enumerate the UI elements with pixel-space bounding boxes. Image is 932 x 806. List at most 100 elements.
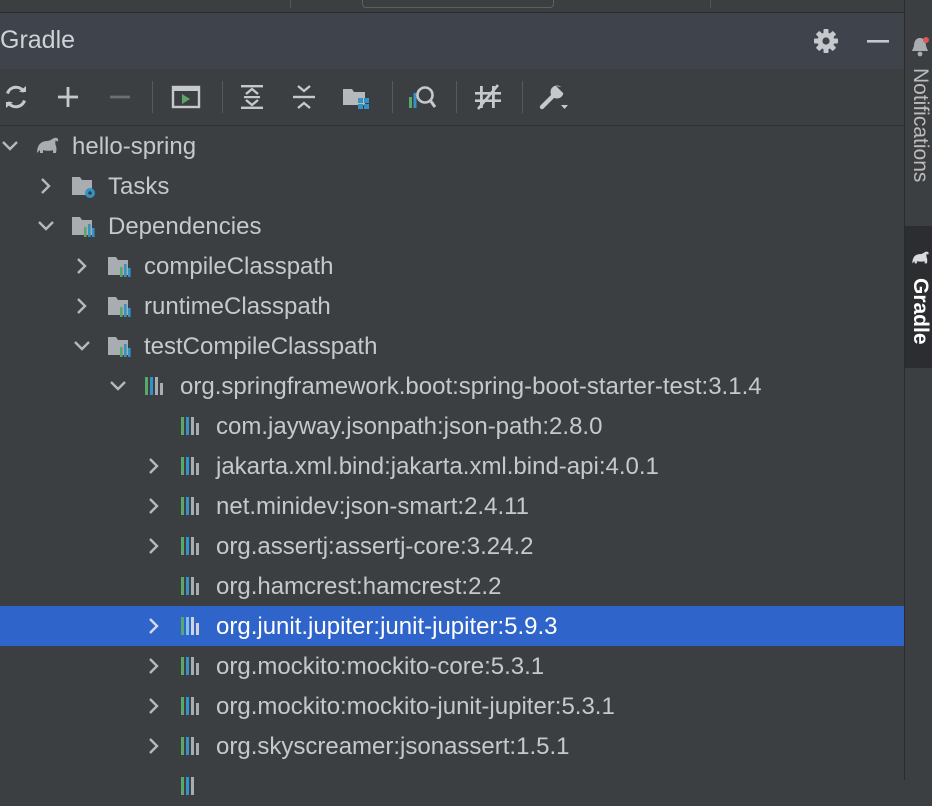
tree-node-dependency[interactable]: org.mockito:mockito-core:5.3.1: [0, 646, 904, 686]
settings-button[interactable]: [810, 25, 842, 57]
tree-node-label: org.mockito:mockito-junit-jupiter:5.3.1: [216, 693, 615, 720]
library-icon: [181, 697, 199, 715]
toolbar-divider: [522, 81, 523, 113]
tree-node-label: org.hamcrest:hamcrest:2.2: [216, 573, 502, 600]
dependencies-folder-icon: [72, 217, 95, 237]
tree-node-configuration[interactable]: runtimeClasspath: [0, 286, 904, 326]
tree-node-dependency-selected[interactable]: org.junit.jupiter:junit-jupiter:5.9.3: [0, 606, 904, 646]
tree-node-dependencies[interactable]: Dependencies: [0, 206, 904, 246]
tree-node-label: org.assertj:assertj-core:3.24.2: [216, 533, 534, 560]
library-icon: [181, 537, 199, 555]
chevron-right-icon[interactable]: [142, 694, 166, 718]
toolbar-divider: [152, 81, 153, 113]
refresh-icon: [6, 85, 26, 109]
tree-node-label: Dependencies: [108, 213, 262, 240]
chevron-right-icon[interactable]: [142, 654, 166, 678]
gear-icon: [814, 29, 838, 53]
tree-node-label: org.springframework.boot:spring-boot-sta…: [180, 373, 762, 400]
expand-all-button[interactable]: [234, 79, 270, 115]
library-icon: [181, 417, 199, 435]
tree-node-dependency-partial[interactable]: [0, 766, 904, 806]
chevron-down-icon[interactable]: [0, 134, 22, 158]
gradle-elephant-icon: [912, 251, 929, 264]
chevron-down-icon[interactable]: [34, 214, 58, 238]
library-icon: [181, 777, 194, 795]
tree-node-label: Tasks: [108, 173, 170, 200]
tree-node-dependency[interactable]: jakarta.xml.bind:jakarta.xml.bind-api:4.…: [0, 446, 904, 486]
configuration-folder-icon: [108, 297, 131, 317]
configuration-folder-icon: [108, 257, 131, 277]
chevron-right-icon[interactable]: [142, 494, 166, 518]
minus-icon: [110, 95, 130, 99]
add-button[interactable]: [50, 79, 86, 115]
divider: [710, 0, 711, 8]
tree-node-configuration[interactable]: testCompileClasspath: [0, 326, 904, 366]
library-icon: [181, 497, 199, 515]
execute-task-button[interactable]: [168, 79, 204, 115]
group-modules-button[interactable]: [338, 79, 374, 115]
chevron-right-icon[interactable]: [34, 174, 58, 198]
notifications-tool-button[interactable]: Notifications: [905, 12, 932, 222]
gradle-project-tree: hello-spring Tasks Dependencies compileC…: [0, 126, 904, 795]
library-icon: [181, 657, 199, 675]
chevron-right-icon[interactable]: [70, 294, 94, 318]
chevron-right-icon[interactable]: [142, 734, 166, 758]
configuration-folder-icon: [108, 337, 131, 357]
run-task-icon: [171, 85, 201, 109]
tree-node-label: com.jayway.jsonpath:json-path:2.8.0: [216, 413, 603, 440]
gradle-tool-label: Gradle: [909, 278, 932, 345]
library-icon: [181, 577, 199, 595]
tree-node-dependency[interactable]: com.jayway.jsonpath:json-path:2.8.0: [0, 406, 904, 446]
toggle-offline-icon: [475, 84, 501, 110]
group-modules-icon: [343, 89, 369, 109]
build-tool-settings-button[interactable]: [536, 79, 572, 115]
gradle-tool-button[interactable]: Gradle: [905, 226, 932, 368]
tree-node-label: net.minidev:json-smart:2.4.11: [216, 493, 530, 520]
tree-node-label: testCompileClasspath: [144, 333, 378, 360]
tree-node-label: jakarta.xml.bind:jakarta.xml.bind-api:4.…: [216, 453, 659, 480]
tool-window-header: Gradle: [0, 13, 904, 69]
collapse-all-button[interactable]: [286, 79, 322, 115]
wrench-icon: [539, 85, 568, 110]
tree-node-dependency[interactable]: org.hamcrest:hamcrest:2.2: [0, 566, 904, 606]
plus-icon: [58, 87, 78, 107]
chevron-right-icon[interactable]: [142, 534, 166, 558]
remove-button[interactable]: [102, 79, 138, 115]
hide-button[interactable]: [862, 25, 894, 57]
notifications-tool-label: Notifications: [909, 68, 932, 183]
tree-node-label: org.skyscreamer:jsonassert:1.5.1: [216, 733, 570, 760]
right-tool-strip: Notifications Gradle: [904, 0, 932, 780]
chevron-down-icon[interactable]: [70, 334, 94, 358]
tree-node-label: compileClasspath: [144, 253, 334, 280]
chevron-right-icon[interactable]: [142, 454, 166, 478]
analyze-dependencies-icon: [409, 86, 437, 108]
library-icon: [181, 617, 199, 635]
chevron-right-icon[interactable]: [70, 254, 94, 278]
tree-node-label: org.junit.jupiter:junit-jupiter:5.9.3: [216, 613, 558, 640]
tree-node-dependency[interactable]: org.assertj:assertj-core:3.24.2: [0, 526, 904, 566]
tree-node-dependency[interactable]: org.mockito:mockito-junit-jupiter:5.3.1: [0, 686, 904, 726]
toggle-offline-button[interactable]: [470, 79, 506, 115]
tree-node-tasks[interactable]: Tasks: [0, 166, 904, 206]
tree-node-dependency[interactable]: org.springframework.boot:spring-boot-sta…: [0, 366, 904, 406]
editor-tab-strip: [0, 0, 904, 13]
tree-node-label: org.mockito:mockito-core:5.3.1: [216, 653, 545, 680]
collapse-all-icon: [293, 85, 315, 109]
tree-node-dependency[interactable]: net.minidev:json-smart:2.4.11: [0, 486, 904, 526]
analyze-dependencies-button[interactable]: [404, 79, 440, 115]
tree-node-configuration[interactable]: compileClasspath: [0, 246, 904, 286]
tool-window-title: Gradle: [0, 26, 76, 54]
divider: [290, 0, 291, 8]
chevron-right-icon[interactable]: [142, 614, 166, 638]
library-icon: [181, 457, 199, 475]
editor-tab[interactable]: [362, 0, 554, 8]
tree-node-label: runtimeClasspath: [144, 293, 331, 320]
tree-node-dependency[interactable]: org.skyscreamer:jsonassert:1.5.1: [0, 726, 904, 766]
reload-button[interactable]: [0, 79, 34, 115]
bell-icon: [912, 37, 929, 57]
expand-all-icon: [241, 85, 263, 109]
gradle-elephant-icon: [37, 137, 59, 153]
tree-node-project[interactable]: hello-spring: [0, 126, 904, 166]
toolbar-divider: [392, 81, 393, 113]
chevron-down-icon[interactable]: [106, 374, 130, 398]
